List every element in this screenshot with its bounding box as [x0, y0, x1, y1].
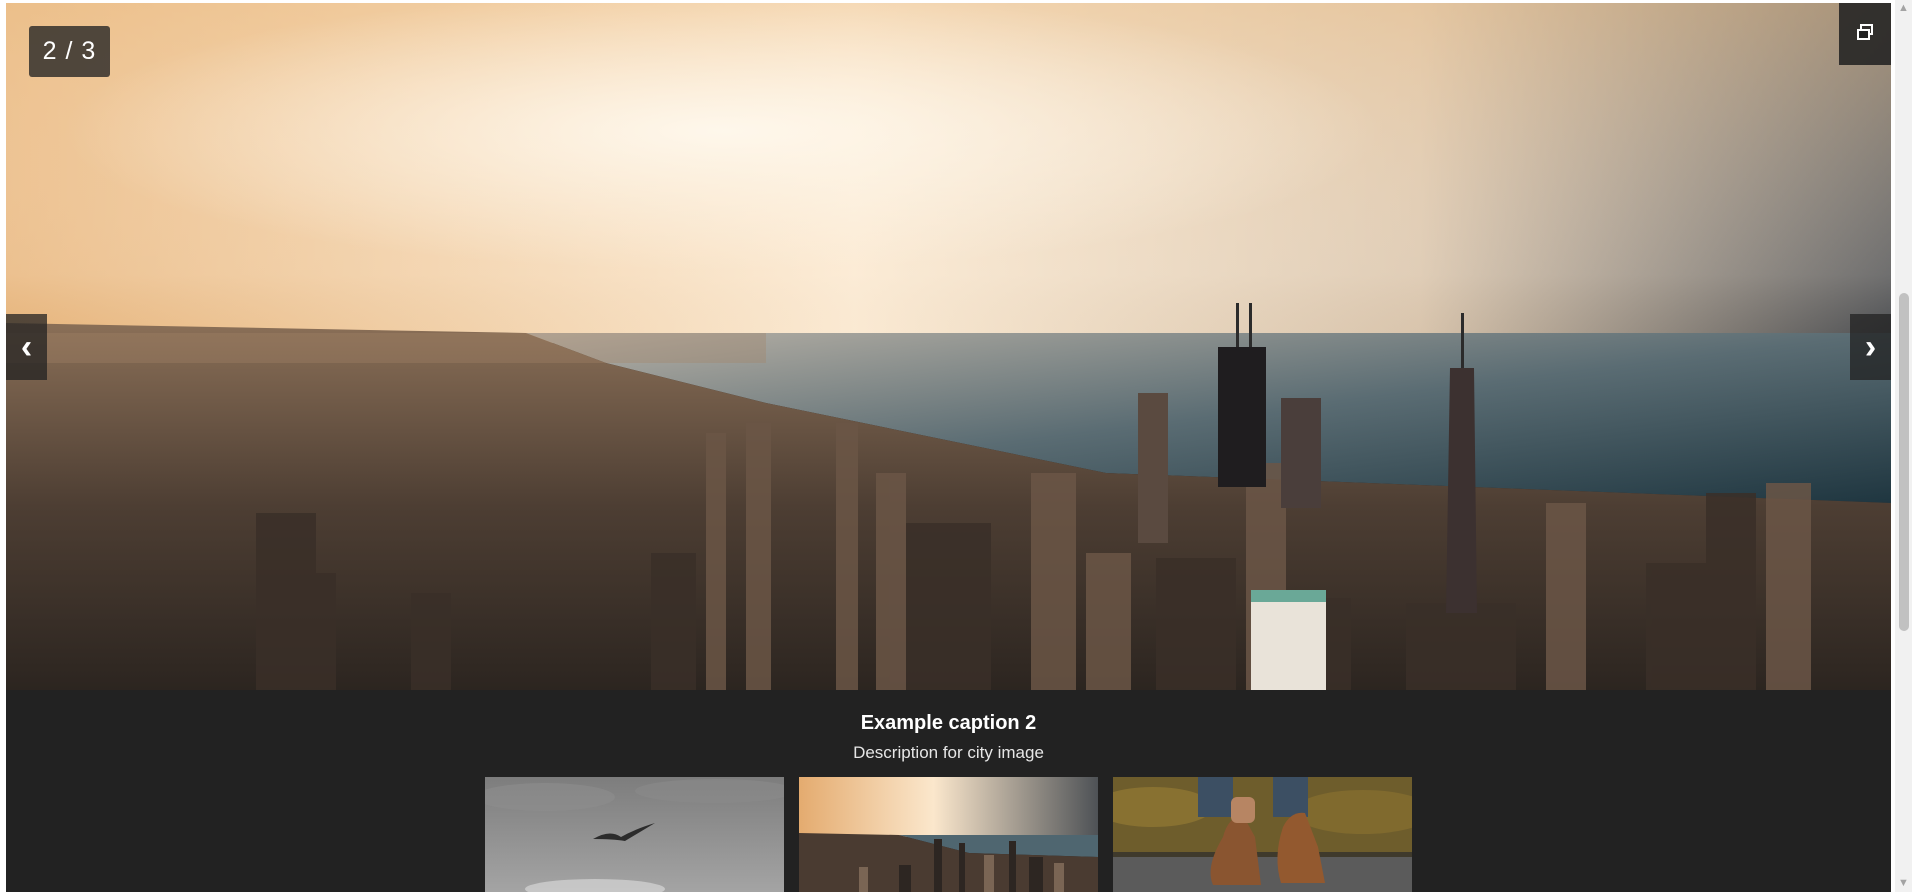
- main-slide-image[interactable]: [6, 3, 1891, 690]
- thumbnail-strip: [485, 777, 1412, 892]
- fullscreen-button[interactable]: [1839, 3, 1891, 65]
- image-gallery: 2 / 3 ‹ › Example caption 2 Description …: [6, 3, 1891, 892]
- scroll-up-arrow-icon[interactable]: ▲: [1895, 0, 1912, 17]
- slide-counter: 2 / 3: [29, 26, 110, 77]
- thumbnail-bird-sky[interactable]: [485, 777, 784, 892]
- chevron-left-icon: ‹: [20, 327, 33, 366]
- previous-slide-button[interactable]: ‹: [6, 314, 47, 380]
- caption-description: Description for city image: [853, 743, 1044, 762]
- vertical-scrollbar[interactable]: ▲ ▼: [1895, 0, 1912, 892]
- caption-title: Example caption 2: [860, 712, 1037, 734]
- chevron-right-icon: ›: [1864, 327, 1877, 366]
- next-slide-button[interactable]: ›: [1850, 314, 1891, 380]
- scrollbar-thumb[interactable]: [1899, 293, 1909, 631]
- thumbnail-boots[interactable]: [1113, 777, 1412, 892]
- slide-caption: Example caption 2 Description for city i…: [6, 690, 1891, 763]
- scroll-down-arrow-icon[interactable]: ▼: [1895, 875, 1912, 892]
- thumbnail-city-skyline[interactable]: [799, 777, 1098, 892]
- restore-window-icon: [1855, 22, 1875, 47]
